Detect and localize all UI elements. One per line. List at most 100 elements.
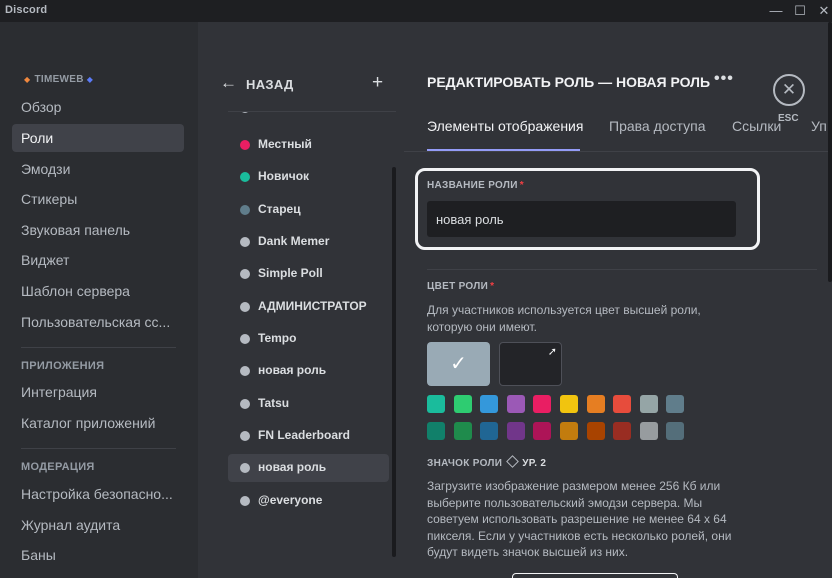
apps-header: ПРИЛОЖЕНИЯ	[21, 360, 105, 372]
role-item-local[interactable]: Местный	[228, 131, 389, 159]
sidebar-divider	[21, 448, 176, 449]
role-item-admin[interactable]: АДМИНИСТРАТОР	[228, 293, 389, 321]
role-name: Новичок	[258, 169, 310, 183]
sidebar-item-widget[interactable]: Виджет	[12, 246, 184, 274]
role-name: Tatsu	[258, 396, 290, 410]
tab-manage-members[interactable]: Уп	[811, 118, 827, 134]
role-item-newbie[interactable]: Новичок	[228, 163, 389, 191]
role-icon-label-text: ЗНАЧОК РОЛИ	[427, 458, 503, 469]
page-title: РЕДАКТИРОВАТЬ РОЛЬ — НОВАЯ РОЛЬ	[427, 74, 711, 90]
sidebar-item-app-directory[interactable]: Каталог приложений	[12, 409, 184, 437]
color-swatch[interactable]	[453, 422, 472, 440]
role-icon-description: Загрузите изображение размером менее 256…	[427, 479, 732, 559]
role-item-tempo[interactable]: Tempo	[228, 325, 389, 353]
role-color-dot	[240, 334, 250, 344]
role-item-everyone[interactable]: @everyone	[228, 487, 389, 515]
boost-level-badge: УР. 2	[506, 455, 547, 469]
color-swatch[interactable]	[480, 395, 499, 413]
role-name: новая роль	[258, 363, 327, 377]
window-close-icon[interactable]: ✕	[810, 2, 832, 20]
sidebar-item-roles[interactable]: Роли	[12, 124, 184, 152]
sidebar-item-bans[interactable]: Баны	[12, 541, 184, 569]
sidebar-item-overview[interactable]: Обзор	[12, 93, 184, 121]
guild-name-label: TIMEWEB	[34, 74, 84, 85]
back-button[interactable]: НАЗАД	[246, 77, 294, 92]
color-swatch[interactable]	[480, 422, 499, 440]
color-swatch[interactable]	[560, 422, 578, 440]
sidebar-item-stickers[interactable]: Стикеры	[12, 185, 184, 213]
role-item-new-role-selected[interactable]: новая роль	[228, 454, 389, 482]
color-swatch[interactable]	[533, 395, 552, 413]
role-item-elder[interactable]: Старец	[228, 196, 389, 224]
choose-image-button[interactable]	[512, 573, 678, 578]
role-name: Tempo	[258, 331, 297, 345]
required-mark: *	[519, 180, 524, 191]
role-item-fn-leaderboard[interactable]: FN Leaderboard	[228, 422, 389, 450]
role-color-dot	[240, 237, 250, 247]
role-item-tatsu[interactable]: Tatsu	[228, 390, 389, 418]
sidebar-item-emoji[interactable]: Эмодзи	[12, 155, 184, 183]
roles-scrollbar[interactable]	[392, 167, 396, 557]
color-swatch[interactable]	[427, 422, 445, 440]
color-swatch[interactable]	[666, 422, 685, 440]
sidebar-divider	[21, 347, 176, 348]
sidebar-item-audit-log[interactable]: Журнал аудита	[12, 511, 184, 539]
role-color-dot	[240, 205, 250, 215]
color-swatch[interactable]	[586, 422, 605, 440]
color-swatch[interactable]	[533, 422, 552, 440]
color-swatch[interactable]	[560, 395, 578, 413]
role-color-dot	[240, 399, 250, 409]
roles-header-divider	[228, 111, 396, 112]
role-color-dot	[240, 269, 250, 279]
role-item-simple-poll[interactable]: Simple Poll	[228, 260, 389, 288]
custom-color-button[interactable]: ➚	[499, 342, 562, 386]
more-options-icon[interactable]: •••	[714, 70, 734, 88]
section-divider	[427, 269, 817, 270]
role-color-dot	[240, 366, 250, 376]
color-swatch[interactable]	[613, 422, 632, 440]
role-item-dank-memer[interactable]: Dank Memer	[228, 228, 389, 256]
color-swatch[interactable]	[586, 395, 605, 413]
editor-scrollbar[interactable]	[828, 22, 832, 282]
tabs-divider	[404, 151, 832, 152]
role-color-dot	[240, 463, 250, 473]
color-swatch[interactable]	[506, 395, 525, 413]
window-titlebar: Discord — ☐ ✕	[0, 0, 832, 22]
role-color-dot	[240, 302, 250, 312]
boost-level-text: УР. 2	[522, 458, 547, 469]
tab-links[interactable]: Ссылки	[732, 118, 781, 134]
diamond-icon: ◆	[24, 75, 31, 84]
role-name: @everyone	[258, 493, 323, 507]
role-color-label-text: ЦВЕТ РОЛИ	[427, 281, 489, 292]
default-color-button[interactable]: ✓	[427, 342, 490, 386]
sidebar-item-custom-link[interactable]: Пользовательская сс...	[12, 308, 184, 336]
color-swatch[interactable]	[427, 395, 445, 413]
settings-sidebar: ◆ TIMEWEB ◆ Обзор Роли Эмодзи Стикеры Звук…	[0, 22, 198, 578]
color-swatch[interactable]	[666, 395, 685, 413]
sidebar-item-integrations[interactable]: Интеграция	[12, 378, 184, 406]
tab-permissions[interactable]: Права доступа	[609, 118, 705, 134]
role-color-dot	[240, 431, 250, 441]
color-swatch[interactable]	[639, 422, 658, 440]
color-swatch[interactable]	[453, 395, 472, 413]
color-swatch[interactable]	[639, 395, 658, 413]
role-color-dot	[240, 172, 250, 182]
sidebar-item-soundboard[interactable]: Звуковая панель	[12, 216, 184, 244]
arrow-left-icon[interactable]: ←	[220, 73, 237, 93]
role-name: Simple Poll	[258, 266, 323, 280]
close-icon[interactable]: ✕	[773, 74, 805, 106]
role-name-input[interactable]	[427, 201, 736, 237]
tab-display[interactable]: Элементы отображения	[427, 118, 583, 134]
sidebar-item-server-template[interactable]: Шаблон сервера	[12, 277, 184, 305]
add-role-icon[interactable]: +	[372, 72, 383, 94]
check-icon: ✓	[450, 353, 467, 375]
role-color-description: Для участников используется цвет высшей …	[427, 303, 701, 334]
color-swatch[interactable]	[613, 395, 632, 413]
boost-gem-icon	[506, 455, 520, 468]
sidebar-item-safety-setup[interactable]: Настройка безопасно...	[12, 480, 184, 508]
role-item-new-role[interactable]: новая роль	[228, 357, 389, 385]
diamond-icon: ◆	[86, 75, 94, 84]
roles-list-header: ← НАЗАД +	[198, 22, 404, 112]
color-swatch[interactable]	[506, 422, 525, 440]
role-name-label: НАЗВАНИЕ РОЛИ *	[427, 180, 524, 191]
